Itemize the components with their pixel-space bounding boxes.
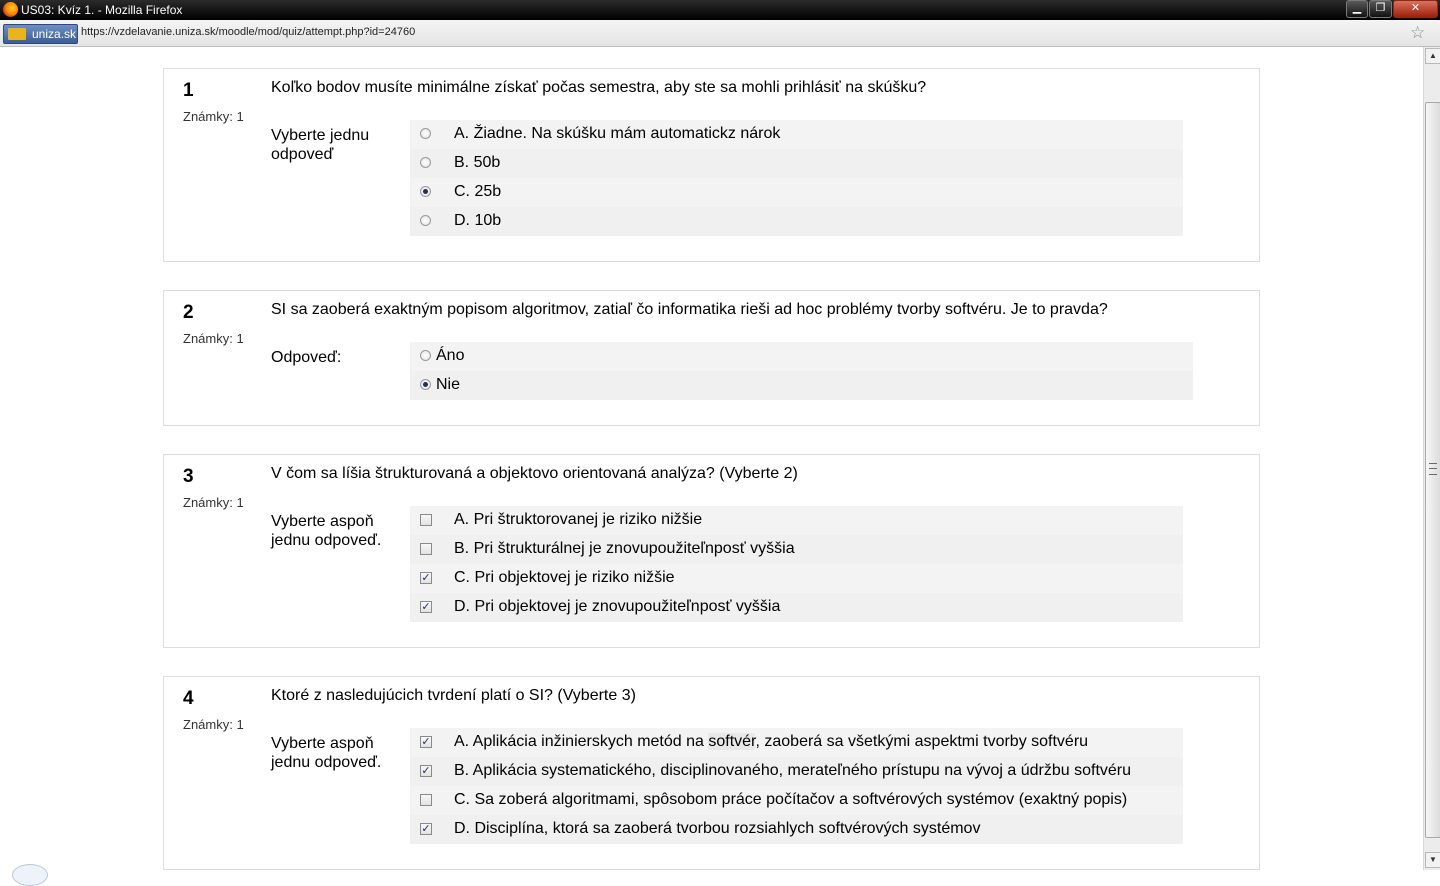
answer-label: B. 50b: [454, 154, 501, 171]
answer-list: A. Pri štruktorovanej je riziko nižšie B…: [410, 506, 1183, 622]
question-number: 4: [183, 688, 194, 709]
answer-option[interactable]: B. Pri štrukturálnej je znovupoužiteľnpo…: [410, 535, 1183, 564]
firefox-icon: [3, 2, 18, 17]
question-text: V čom sa líšia štrukturovaná a objektovo…: [271, 465, 798, 482]
radio-button-selected[interactable]: [420, 186, 431, 197]
answer-prompt: Vyberte aspoň jednu odpoveď.: [271, 735, 382, 771]
answer-label: A. Žiadne. Na skúšku mám automatickz nár…: [454, 125, 781, 142]
question-number: 1: [183, 80, 194, 101]
minimize-button[interactable]: ▁: [1346, 0, 1368, 18]
checkbox-checked[interactable]: ✓: [420, 572, 432, 584]
answer-list: A. Žiadne. Na skúšku mám automatickz nár…: [410, 120, 1183, 236]
site-identity-label: uniza.sk: [32, 27, 77, 41]
site-logo-icon: [8, 28, 26, 40]
answer-option[interactable]: A. Žiadne. Na skúšku mám automatickz nár…: [410, 120, 1183, 149]
scrollbar-thumb[interactable]: [1425, 102, 1440, 838]
answer-option[interactable]: Áno: [410, 342, 1193, 371]
radio-button[interactable]: [420, 350, 431, 361]
answer-label: A. Pri štruktorovanej je riziko nižšie: [454, 511, 703, 528]
scroll-down-arrow-icon[interactable]: ▼: [1425, 852, 1440, 868]
window-titlebar: US03: Kvíz 1. - Mozilla Firefox ▁ ❐ ✕: [0, 0, 1440, 20]
radio-button[interactable]: [420, 128, 431, 139]
answer-label: A. Aplikácia inžinierskych metód na soft…: [454, 733, 1088, 751]
checkbox-checked[interactable]: ✓: [420, 601, 432, 613]
answer-label: C. Pri objektovej je riziko nižšie: [454, 569, 675, 586]
radio-button[interactable]: [420, 215, 431, 226]
url-input[interactable]: https://vzdelavanie.uniza.sk/moodle/mod/…: [81, 26, 415, 38]
checkbox-checked[interactable]: ✓: [420, 765, 432, 777]
answer-label-part: , zaoberá sa všetkými aspektmi tvorby so…: [755, 733, 1089, 750]
maximize-button[interactable]: ❐: [1369, 0, 1392, 18]
answer-prompt: Odpoveď:: [271, 349, 342, 366]
address-bar: uniza.sk https://vzdelavanie.uniza.sk/mo…: [0, 20, 1440, 47]
answer-label: D. 10b: [454, 212, 502, 229]
checkbox-checked[interactable]: ✓: [420, 736, 432, 748]
question-card: 3 Známky: 1 V čom sa líšia štrukturovaná…: [163, 454, 1260, 648]
answer-prompt: Vyberte jednu odpoveď: [271, 127, 370, 163]
bookmark-star-icon[interactable]: ☆: [1410, 23, 1425, 43]
answer-list: ✓ A. Aplikácia inžinierskych metód na so…: [410, 728, 1183, 844]
checkbox[interactable]: [420, 794, 432, 806]
close-button[interactable]: ✕: [1393, 0, 1438, 18]
radio-button-selected[interactable]: [420, 379, 431, 390]
answer-option[interactable]: D. 10b: [410, 207, 1183, 236]
answer-label-part: A. Aplikácia inžinierskych metód na: [454, 733, 709, 750]
answer-label: B. Aplikácia systematického, disciplinov…: [454, 762, 1132, 779]
question-text: Ktoré z nasledujúcich tvrdení platí o SI…: [271, 687, 636, 704]
answer-option[interactable]: C. Sa zoberá algoritmami, spôsobom práce…: [410, 786, 1183, 815]
highlighted-word: softvér: [708, 733, 756, 750]
answer-option[interactable]: B. 50b: [410, 149, 1183, 178]
answer-option[interactable]: ✓ D. Disciplína, ktorá sa zaoberá tvorbo…: [410, 815, 1183, 844]
answer-label: Nie: [436, 376, 461, 393]
floating-widget[interactable]: [12, 864, 48, 886]
question-grade: Známky: 1: [183, 717, 244, 732]
question-card: 2 Známky: 1 SI sa zaoberá exaktným popis…: [163, 290, 1260, 426]
checkbox[interactable]: [420, 514, 432, 526]
question-grade: Známky: 1: [183, 331, 244, 346]
checkbox-checked[interactable]: ✓: [420, 823, 432, 835]
answer-label: D. Disciplína, ktorá sa zaoberá tvorbou …: [454, 820, 981, 837]
question-text: Koľko bodov musíte minimálne získať poča…: [271, 79, 927, 96]
question-number: 3: [183, 466, 194, 487]
answer-option[interactable]: A. Pri štruktorovanej je riziko nižšie: [410, 506, 1183, 535]
question-card: 1 Známky: 1 Koľko bodov musíte minimálne…: [163, 68, 1260, 262]
answer-label: B. Pri štrukturálnej je znovupoužiteľnpo…: [454, 540, 795, 557]
radio-button[interactable]: [420, 157, 431, 168]
answer-option[interactable]: Nie: [410, 371, 1193, 400]
answer-prompt: Vyberte aspoň jednu odpoveď.: [271, 513, 382, 549]
answer-label: C. 25b: [454, 183, 502, 200]
answer-option[interactable]: ✓ B. Aplikácia systematického, disciplin…: [410, 757, 1183, 786]
answer-option[interactable]: ✓ A. Aplikácia inžinierskych metód na so…: [410, 728, 1183, 757]
question-card: 4 Známky: 1 Ktoré z nasledujúcich tvrden…: [163, 676, 1260, 870]
vertical-scrollbar[interactable]: ▲ ▼: [1423, 47, 1440, 870]
answer-label: C. Sa zoberá algoritmami, spôsobom práce…: [454, 791, 1128, 808]
answer-option[interactable]: ✓ C. Pri objektovej je riziko nižšie: [410, 564, 1183, 593]
question-grade: Známky: 1: [183, 109, 244, 124]
answer-label: Áno: [436, 347, 465, 364]
scroll-up-arrow-icon[interactable]: ▲: [1425, 48, 1440, 64]
answer-list: Áno Nie: [410, 342, 1193, 400]
question-text: SI sa zaoberá exaktným popisom algoritmo…: [271, 301, 1108, 318]
scrollbar-grip-icon: [1429, 463, 1437, 475]
window-title: US03: Kvíz 1. - Mozilla Firefox: [21, 3, 183, 17]
question-number: 2: [183, 302, 194, 323]
answer-option[interactable]: ✓ D. Pri objektovej je znovupoužiteľnpos…: [410, 593, 1183, 622]
checkbox[interactable]: [420, 543, 432, 555]
question-grade: Známky: 1: [183, 495, 244, 510]
answer-option[interactable]: C. 25b: [410, 178, 1183, 207]
answer-label: D. Pri objektovej je znovupoužiteľnposť …: [454, 598, 781, 615]
site-identity-button[interactable]: uniza.sk: [3, 24, 78, 44]
